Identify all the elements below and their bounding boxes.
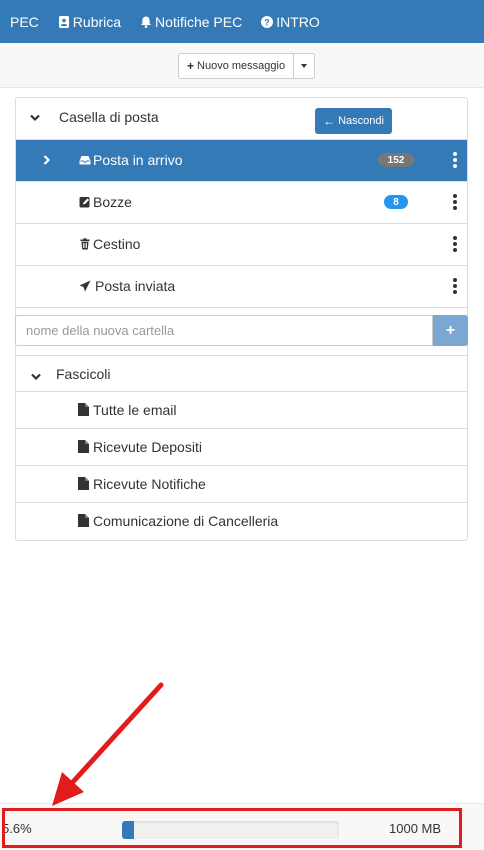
- mailbox-title: Casella di posta: [59, 109, 159, 125]
- hide-button[interactable]: ← Nascondi: [315, 108, 392, 134]
- fascicoli-title: Fascicoli: [56, 366, 111, 382]
- new-message-dropdown-toggle[interactable]: [294, 53, 316, 79]
- file-icon: [78, 403, 89, 416]
- plus-icon: +: [445, 321, 456, 339]
- folder-menu-icon[interactable]: [453, 236, 457, 252]
- edit-icon: [79, 197, 90, 208]
- fascicolo-comunicazione-cancelleria[interactable]: Comunicazione di Cancelleria: [16, 503, 467, 540]
- fascicolo-label: Ricevute Notifiche: [93, 476, 206, 492]
- storage-progress-bar: [122, 821, 339, 839]
- send-icon: [79, 280, 91, 292]
- nav-pec-label: PEC: [10, 13, 39, 30]
- unread-count-badge: 152: [378, 153, 414, 167]
- caret-down-icon: [301, 64, 308, 68]
- fascicolo-label: Ricevute Depositi: [93, 439, 202, 455]
- storage-total: 1000 MB: [389, 821, 442, 836]
- file-icon: [78, 440, 89, 453]
- chevron-right-icon[interactable]: [42, 152, 51, 165]
- nav-intro-label: INTRO: [276, 13, 320, 30]
- folder-menu-icon[interactable]: [453, 278, 457, 294]
- storage-footer: 5.6% 1000 MB: [0, 803, 484, 850]
- fascicolo-label: Tutte le email: [93, 402, 177, 418]
- fascicolo-label: Comunicazione di Cancelleria: [93, 513, 279, 529]
- question-circle-icon: ?: [261, 15, 274, 28]
- new-message-button-group: + Nuovo messaggio: [178, 53, 316, 79]
- folder-bozze[interactable]: Bozze 8: [16, 182, 467, 224]
- fascicolo-ricevute-depositi[interactable]: Ricevute Depositi: [16, 429, 467, 466]
- new-folder-form: +: [15, 315, 468, 346]
- folder-label: Posta inviata: [95, 278, 176, 294]
- folder-menu-icon[interactable]: [453, 194, 457, 210]
- storage-percent: 5.6%: [2, 821, 32, 836]
- bell-icon: [141, 16, 152, 28]
- svg-text:?: ?: [264, 17, 270, 27]
- file-icon: [78, 477, 89, 490]
- toolbar: + Nuovo messaggio: [0, 43, 484, 88]
- nav-intro[interactable]: ? INTRO: [261, 14, 320, 30]
- folder-label: Cestino: [93, 236, 141, 252]
- folder-posta-inviata[interactable]: Posta inviata: [16, 266, 467, 308]
- hide-label: Nascondi: [338, 115, 384, 127]
- nav-rubrica[interactable]: Rubrica: [58, 14, 121, 30]
- inbox-icon: [79, 156, 91, 165]
- folder-posta-in-arrivo[interactable]: Posta in arrivo 152: [16, 140, 467, 182]
- fascicolo-ricevute-notifiche[interactable]: Ricevute Notifiche: [16, 466, 467, 503]
- nav-pec[interactable]: PEC: [10, 14, 39, 30]
- plus-icon: +: [187, 59, 195, 73]
- folder-menu-icon[interactable]: [453, 152, 457, 168]
- nav-rubrica-label: Rubrica: [72, 13, 122, 30]
- new-message-button[interactable]: + Nuovo messaggio: [178, 53, 295, 79]
- draft-count-badge: 8: [384, 195, 408, 209]
- folder-cestino[interactable]: Cestino: [16, 224, 467, 266]
- new-folder-input[interactable]: [15, 315, 433, 346]
- chevron-down-icon[interactable]: [30, 110, 40, 122]
- mailbox-header[interactable]: Casella di posta ← Nascondi: [16, 98, 467, 140]
- nav-notifiche-label: Notifiche PEC: [155, 13, 243, 30]
- new-message-label: Nuovo messaggio: [197, 60, 286, 72]
- add-folder-button[interactable]: +: [433, 315, 468, 346]
- nav-notifiche[interactable]: Notifiche PEC: [140, 14, 242, 30]
- folder-label: Posta in arrivo: [93, 152, 183, 168]
- chevron-down-icon[interactable]: [31, 369, 41, 381]
- fascicoli-header[interactable]: Fascicoli: [16, 355, 467, 392]
- trash-icon: [80, 238, 90, 250]
- arrow-left-icon: ←: [323, 114, 336, 128]
- file-icon: [78, 514, 89, 527]
- fascicolo-tutte-le-email[interactable]: Tutte le email: [16, 392, 467, 429]
- folder-label: Bozze: [93, 194, 132, 210]
- storage-progress-fill: [122, 821, 135, 839]
- address-book-icon: [58, 15, 69, 28]
- top-navbar: PEC Rubrica Notifiche PEC ? INTRO: [0, 0, 484, 43]
